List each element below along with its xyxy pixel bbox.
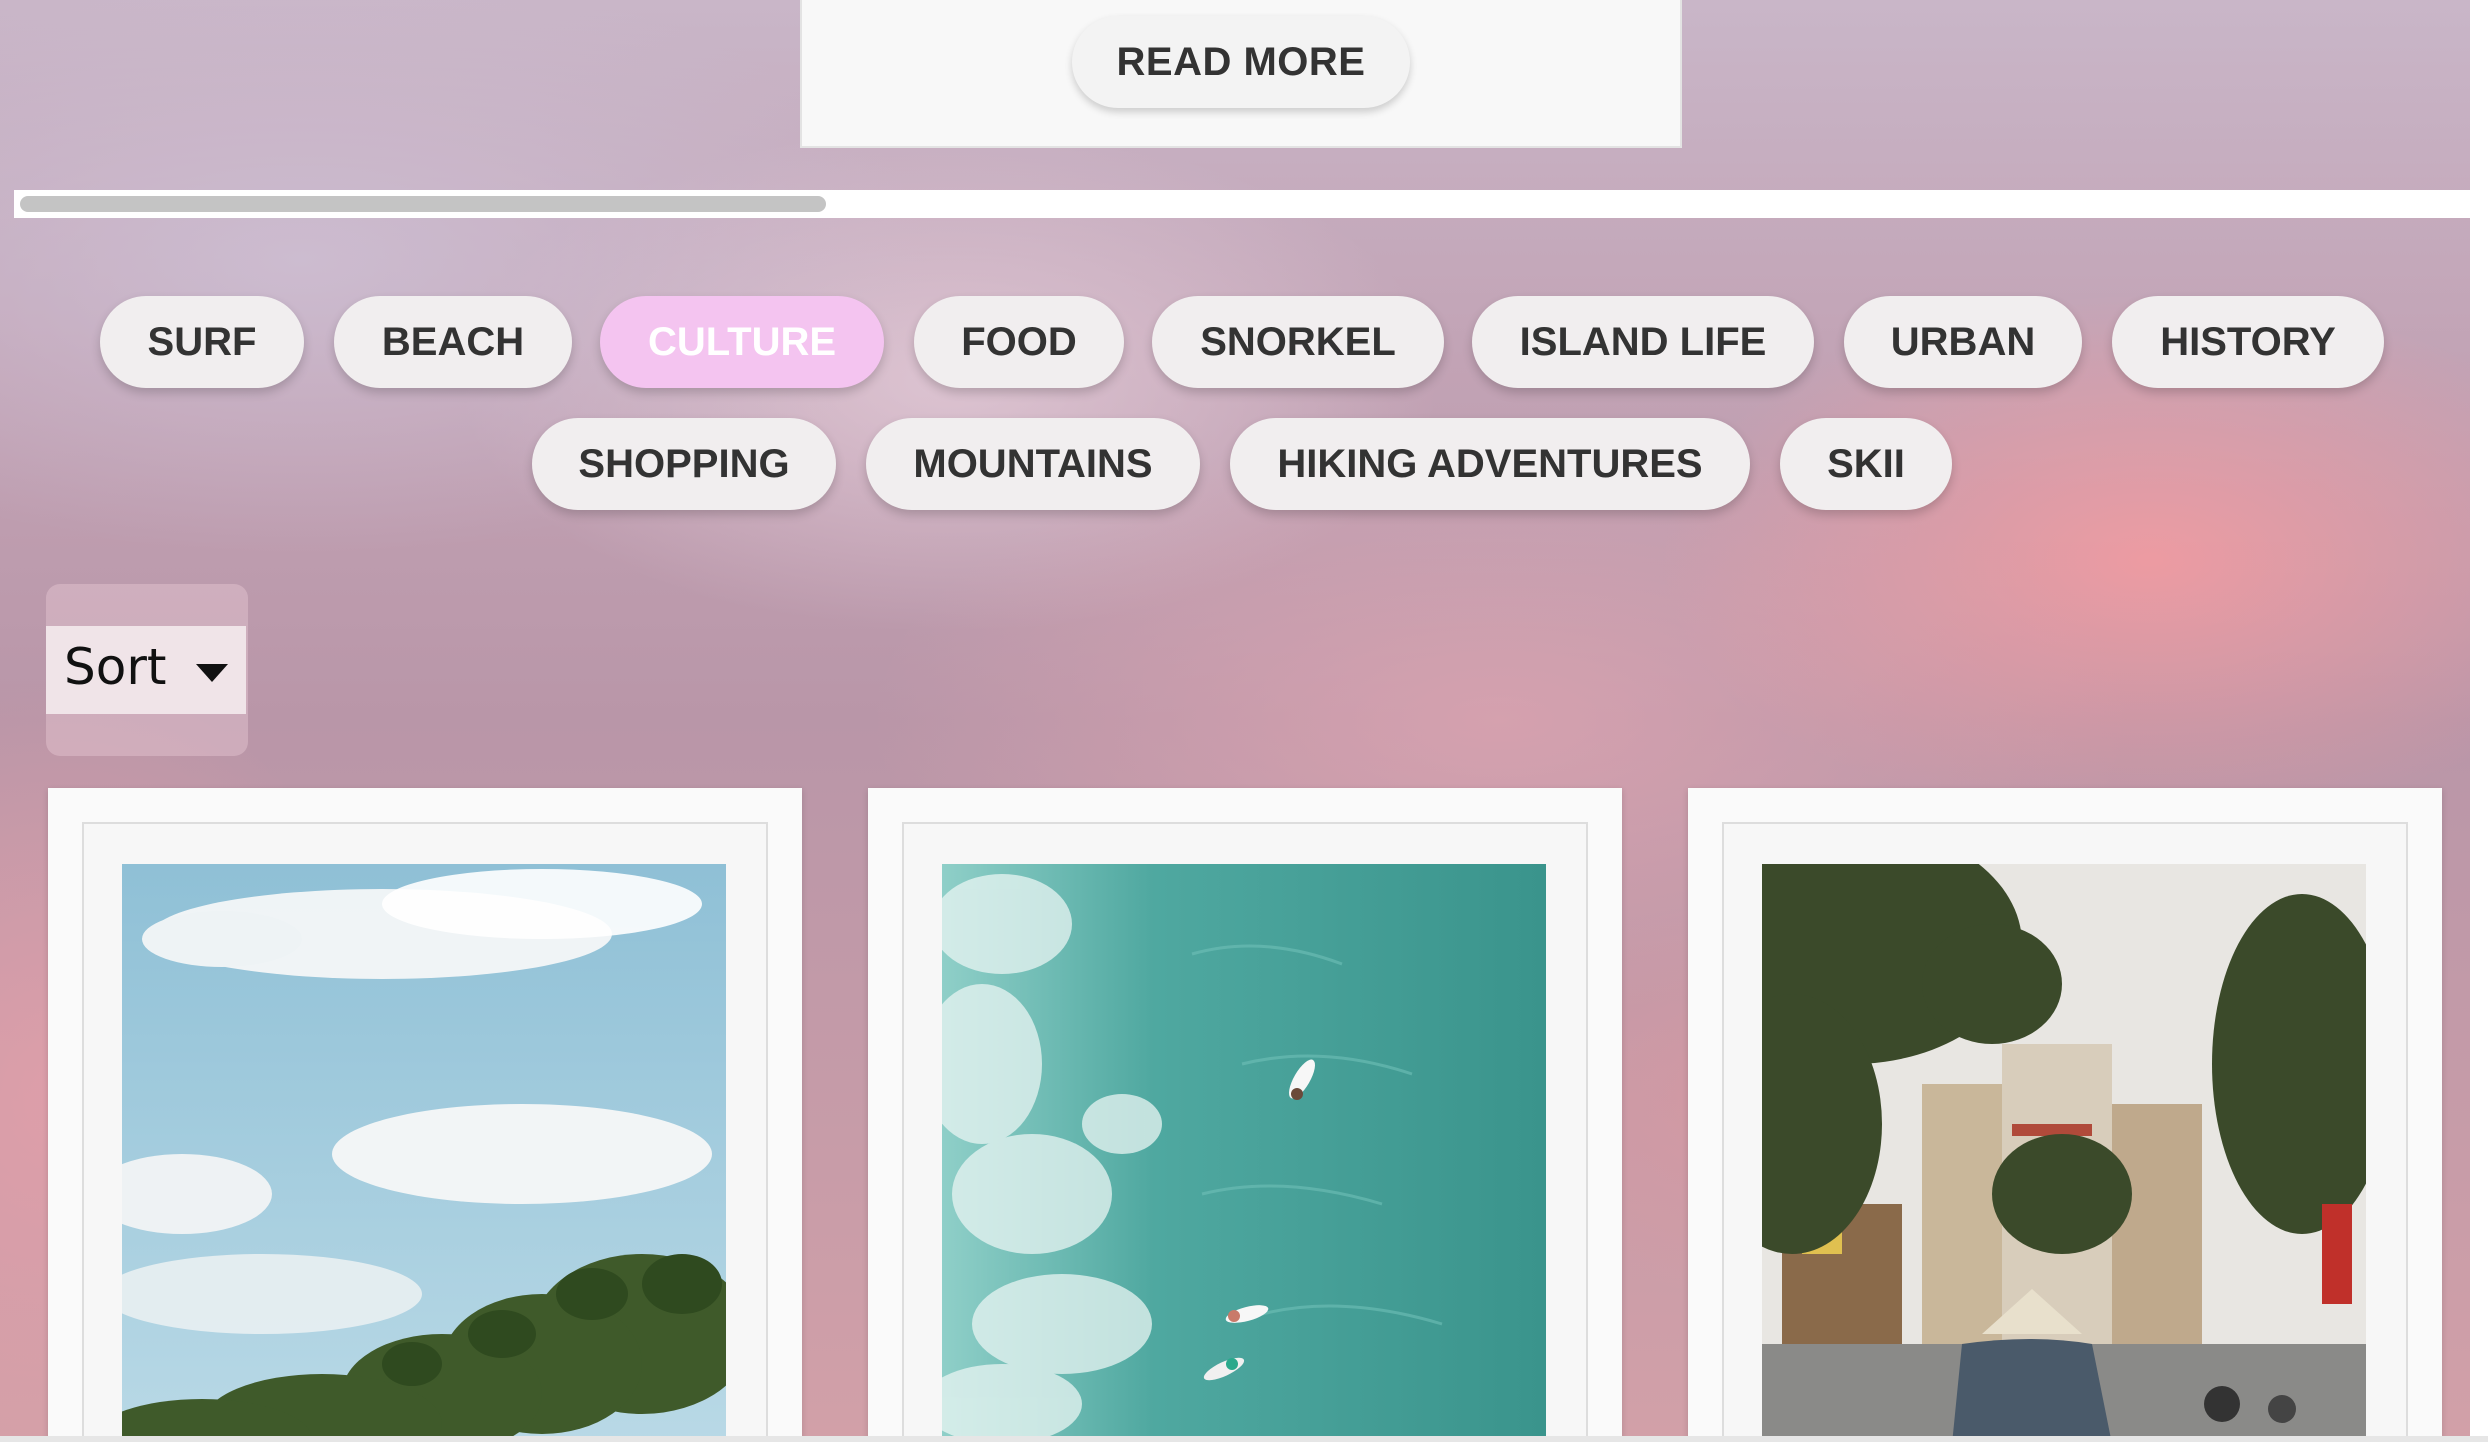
sort-dropdown[interactable]: Sort — [46, 626, 246, 714]
carousel-horizontal-scrollbar[interactable] — [14, 190, 2470, 218]
category-chip-island-life[interactable]: ISLAND LIFE — [1472, 296, 1814, 388]
category-chip-shopping[interactable]: SHOPPING — [532, 418, 836, 510]
category-chip-hiking-adventures[interactable]: HIKING ADVENTURES — [1230, 418, 1750, 510]
caret-down-icon — [196, 664, 228, 682]
category-chip-food[interactable]: FOOD — [914, 296, 1124, 388]
destination-card[interactable] — [48, 788, 802, 1442]
window-edge — [2470, 0, 2488, 1442]
destination-card[interactable] — [868, 788, 1622, 1442]
category-chip-surf[interactable]: SURF — [100, 296, 304, 388]
category-chip-skii[interactable]: SKII — [1780, 418, 1952, 510]
palm-beach-photo[interactable] — [122, 864, 726, 1442]
category-chip-urban[interactable]: URBAN — [1844, 296, 2082, 388]
city-street-photo[interactable] — [1762, 864, 2366, 1442]
read-more-button[interactable]: READ MORE — [1072, 16, 1410, 108]
scrollbar-thumb[interactable] — [20, 196, 826, 212]
category-chip-culture[interactable]: CULTURE — [600, 296, 884, 388]
category-chip-beach[interactable]: BEACH — [334, 296, 572, 388]
destination-card[interactable] — [1688, 788, 2442, 1442]
surfers-aerial-photo[interactable] — [942, 864, 1546, 1442]
window-bottom-edge — [0, 1436, 2488, 1442]
sort-label: Sort — [64, 638, 167, 696]
category-chip-snorkel[interactable]: SNORKEL — [1152, 296, 1444, 388]
category-chip-mountains[interactable]: MOUNTAINS — [866, 418, 1200, 510]
category-chip-history[interactable]: HISTORY — [2112, 296, 2384, 388]
